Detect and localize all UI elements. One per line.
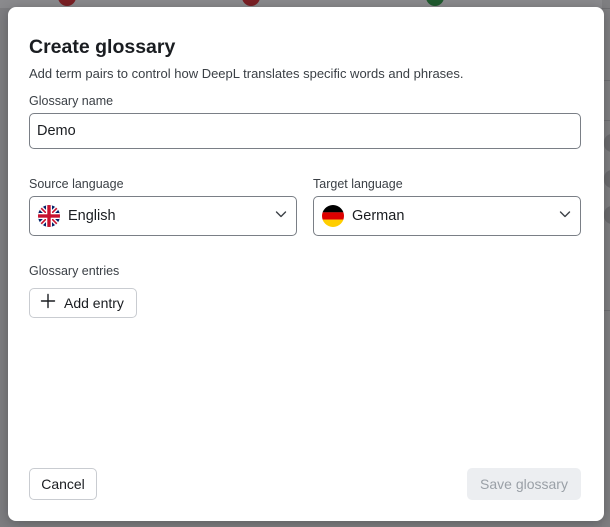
add-entry-button[interactable]: Add entry (29, 288, 137, 318)
target-language-value: German (352, 208, 405, 224)
background-status-dot (426, 0, 444, 6)
germany-flag-icon (322, 205, 344, 227)
source-language-value: English (68, 208, 116, 224)
dialog-title: Create glossary (29, 36, 176, 58)
add-entry-label: Add entry (64, 295, 124, 311)
dialog-subtitle: Add term pairs to control how DeepL tran… (29, 66, 464, 81)
target-language-label: Target language (313, 177, 403, 191)
background-status-dot (58, 0, 76, 6)
glossary-name-label: Glossary name (29, 94, 114, 108)
save-glossary-button[interactable]: Save glossary (467, 468, 581, 500)
glossary-name-input[interactable] (29, 113, 581, 149)
uk-flag-icon (38, 205, 60, 227)
source-language-select[interactable]: English (29, 196, 297, 236)
source-language-label: Source language (29, 177, 124, 191)
cancel-button[interactable]: Cancel (29, 468, 97, 500)
target-language-select[interactable]: German (313, 196, 581, 236)
chevron-down-icon (558, 207, 572, 226)
create-glossary-dialog: Create glossary Add term pairs to contro… (8, 7, 604, 521)
glossary-entries-label: Glossary entries (29, 264, 120, 278)
plus-icon (40, 293, 56, 314)
background-status-dot (242, 0, 260, 6)
chevron-down-icon (274, 207, 288, 226)
